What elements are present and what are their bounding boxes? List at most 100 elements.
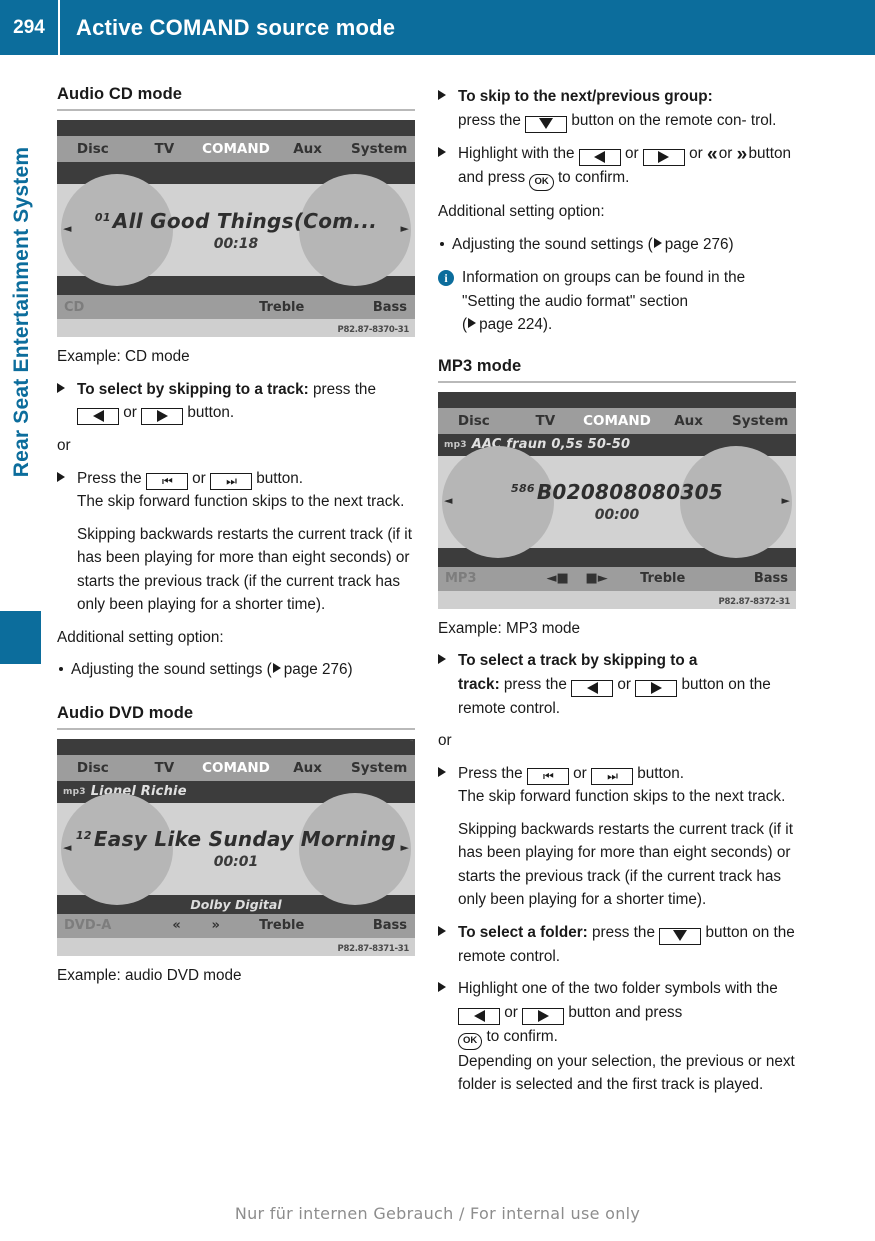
chapter-side-band: Rear Seat Entertainment System — [0, 55, 44, 1241]
step-text-b: or — [192, 469, 206, 487]
mp3-status-mode: MP3 — [445, 571, 477, 586]
dvd-screen-topbar: ؔ — [57, 738, 415, 755]
cd-nav-right-arrow: ► — [400, 222, 409, 235]
step-select-track-mp3: To select a track by skipping to a track… — [438, 649, 796, 720]
page-title: Active COMAND source mode — [76, 14, 396, 40]
step-press-skip-keys-mp3: Press the ⏮ or ⏭ button. The skip forwar… — [438, 762, 796, 912]
dvd-menu-system: System — [351, 759, 408, 776]
step-text-a: Press the — [458, 764, 523, 782]
dvd-track-number: 12 — [75, 829, 92, 842]
dvd-menu-aux: Aux — [293, 759, 322, 776]
right-arrow-key-icon — [141, 408, 184, 425]
step-text-a: press — [313, 380, 351, 398]
step-highlight-folder-symbol: Highlight one of the two folder symbols … — [438, 977, 796, 1097]
mp3-track-number: 586 — [510, 482, 535, 495]
step-text-d: button and press — [568, 1003, 683, 1021]
step-text-a: press the — [592, 923, 655, 941]
cd-screenshot-caption: Example: CD mode — [57, 348, 190, 365]
bullet-page-ref: page 276) — [664, 235, 734, 253]
mp3-nav-right-arrow: ► — [781, 493, 790, 507]
mp3-track-line: 586 B020808080305 — [438, 480, 796, 504]
cd-track-number: 01 — [94, 210, 111, 224]
step-triangle-icon — [57, 382, 65, 393]
step-text-c: trol. — [750, 111, 777, 129]
step-bold-lead: To select a folder: — [458, 923, 588, 941]
mp3-status-treble: Treble — [640, 571, 686, 586]
left-arrow-key-icon — [578, 148, 621, 166]
right-arrow-key-icon — [522, 1007, 565, 1025]
section-heading-mp3: MP3 mode — [438, 356, 522, 375]
info-note-groups: i Information on groups can be found in … — [438, 266, 796, 337]
step-text-e: to confirm. — [486, 1027, 558, 1045]
fastforward-chevron-icon: » — [736, 143, 747, 165]
page-footer: Nur für internen Gebrauch / For internal… — [234, 1204, 641, 1223]
dvd-status-next: » — [211, 918, 220, 933]
left-column: Audio CD mode Disc TV COMAND Aux System … — [57, 85, 415, 996]
right-column: To skip to the next/previous group: pres… — [438, 85, 796, 1106]
cd-menu-system: System — [351, 141, 408, 157]
step-bold-lead: To skip to the next/previous group: — [458, 88, 713, 105]
step-press-skip-keys: Press the ⏮ or ⏭ button. The skip forwar… — [57, 467, 415, 617]
mp3-menu-disc: Disc — [457, 412, 490, 429]
cd-menu-tv: TV — [154, 141, 175, 157]
dvd-menu-tv: TV — [154, 759, 175, 776]
cd-status-mode: CD — [64, 299, 85, 315]
chapter-tab-marker — [0, 611, 41, 664]
mp3-format-tag: mp3 — [444, 439, 467, 450]
mp3-track-title: B020808080305 — [536, 480, 723, 504]
heading-rule — [57, 727, 415, 730]
step-triangle-icon — [438, 654, 446, 664]
dvd-mode-screenshot: ؔ Disc TV COMAND Aux System mp3 Lionel R… — [57, 738, 415, 956]
step-text-c: button on — [681, 675, 746, 693]
bullet-text: Adjusting the sound settings ( — [452, 235, 653, 253]
page-number: 294 — [13, 16, 45, 38]
mp3-image-code: P82.87-8372-31 — [718, 596, 791, 607]
step-text-b: or — [573, 764, 587, 782]
mp3-menu-tv: TV — [535, 412, 556, 429]
cd-status-treble: Treble — [259, 299, 305, 315]
dvd-screenshot-caption: Example: audio DVD mode — [57, 966, 242, 984]
ok-button-icon: OK — [529, 174, 554, 191]
step-para-skipback: Skipping backwards restarts the current … — [458, 820, 793, 909]
dvd-screen-main: ◄ ► 12 Easy Like Sunday Morning 00:01 — [57, 792, 415, 905]
dvd-image-code: P82.87-8371-31 — [337, 943, 410, 954]
step-text-c: or — [123, 404, 137, 421]
mp3-menu-comand: COMAND — [583, 412, 651, 429]
mp3-menu-aux: Aux — [674, 412, 703, 429]
down-arrow-key-icon — [525, 115, 568, 133]
step-bold-lead: To select by skipping to a track: — [77, 380, 309, 398]
left-arrow-key-icon — [77, 408, 119, 425]
mp3-screenshot-caption: Example: MP3 mode — [438, 619, 580, 637]
mp3-screen-statusbar: MP3 ◄■ ■► Treble Bass — [438, 566, 796, 591]
step-triangle-icon — [57, 471, 65, 482]
additional-setting-label-right: Additional setting option: — [438, 203, 605, 220]
left-arrow-key-icon — [571, 679, 614, 697]
left-arrow-key-icon — [458, 1007, 500, 1025]
cd-track-title: All Good Things(Com... — [112, 208, 378, 233]
dvd-menu-disc: Disc — [76, 759, 109, 776]
note-line-3: page 224). — [479, 316, 553, 333]
step-bold-lead-b: track: — [458, 675, 500, 693]
step-triangle-icon — [438, 982, 446, 992]
cd-screen-statusbar: CD Treble Bass — [57, 295, 415, 319]
mp3-elapsed-time: 00:00 — [594, 507, 640, 523]
mp3-screen-main: ◄ ► 586 B020808080305 00:00 — [438, 445, 796, 558]
ok-button-icon: OK — [458, 1032, 483, 1050]
step-text-a: Highlight one of the two folder symbols — [458, 980, 721, 997]
step-text-a: Highlight with the — [458, 144, 575, 162]
step-text-b: with the — [725, 980, 778, 997]
additional-setting-label-left: Additional setting option: — [57, 628, 224, 646]
step-triangle-icon — [438, 90, 446, 100]
bullet-page-ref: page 276) — [283, 661, 353, 678]
step-select-by-skipping: To select by skipping to a track: press … — [57, 378, 415, 425]
cd-nav-left-arrow: ◄ — [63, 222, 72, 235]
step-triangle-icon — [438, 146, 446, 157]
dvd-format-tag: mp3 — [63, 786, 86, 797]
step-bold-lead-a: To select a track by skipping to a — [458, 652, 698, 669]
skip-back-key-icon: ⏮ — [526, 767, 569, 785]
step-text-b: or — [617, 675, 631, 693]
step-text-c: button. — [637, 764, 685, 782]
cd-menu-aux: Aux — [293, 141, 322, 157]
bullet-dot-icon — [59, 667, 63, 671]
step-text-b: the — [354, 380, 376, 398]
